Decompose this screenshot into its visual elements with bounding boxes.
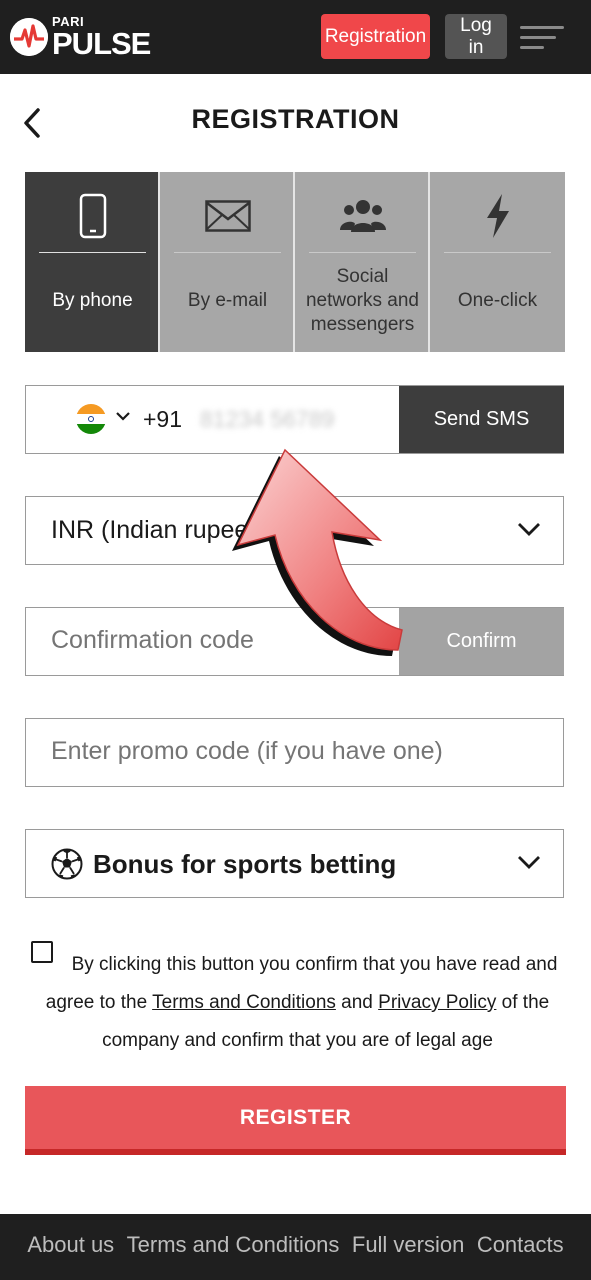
lightning-icon xyxy=(430,192,565,240)
footer-link-full-version[interactable]: Full version xyxy=(352,1232,464,1257)
tab-by-phone[interactable]: By phone xyxy=(25,172,160,352)
agreement-text: By clicking this button you confirm that… xyxy=(25,946,570,1060)
chevron-down-icon xyxy=(518,856,540,869)
send-sms-button[interactable]: Send SMS xyxy=(399,386,564,453)
privacy-policy-link[interactable]: Privacy Policy xyxy=(378,992,496,1013)
india-flag-icon[interactable] xyxy=(76,404,106,434)
tab-by-email[interactable]: By e-mail xyxy=(160,172,295,352)
confirmation-code-field: Confirm xyxy=(25,607,564,676)
terms-link[interactable]: Terms and Conditions xyxy=(152,992,336,1013)
paripulse-logo[interactable]: PARI PULSE xyxy=(10,14,151,61)
bonus-value: Bonus for sports betting xyxy=(93,849,397,879)
top-header: PARI PULSE Registration Log in xyxy=(0,0,591,74)
tab-label: One-click xyxy=(457,290,538,311)
chevron-down-icon[interactable] xyxy=(115,410,131,422)
phone-number-value[interactable]: 81234 56789 xyxy=(200,406,334,433)
header-registration-button[interactable]: Registration xyxy=(321,14,430,59)
logo-big-text: PULSE xyxy=(52,26,151,61)
envelope-icon xyxy=(160,192,295,240)
footer-link-contacts[interactable]: Contacts xyxy=(477,1232,564,1257)
currency-value: INR (Indian rupee) xyxy=(51,516,257,544)
agreement-text-part: and xyxy=(335,992,379,1013)
footer-links: About us Terms and Conditions Full versi… xyxy=(0,1232,591,1258)
tab-label: By e-mail xyxy=(187,290,268,311)
footer: About us Terms and Conditions Full versi… xyxy=(0,1214,591,1280)
footer-link-about-us[interactable]: About us xyxy=(27,1232,114,1257)
tab-label: Social networks and messengers xyxy=(305,266,419,335)
users-icon xyxy=(295,192,430,240)
logo-pulse-icon xyxy=(10,18,48,56)
bonus-select[interactable]: Bonus for sports betting xyxy=(25,829,564,898)
tab-social-networks[interactable]: Social networks and messengers xyxy=(295,172,430,352)
promo-code-input[interactable] xyxy=(51,737,531,766)
footer-link-terms[interactable]: Terms and Conditions xyxy=(127,1232,340,1257)
hamburger-menu-icon[interactable] xyxy=(520,26,566,50)
currency-select[interactable]: INR (Indian rupee) xyxy=(25,496,564,565)
confirm-button[interactable]: Confirm xyxy=(399,608,564,675)
logo-text: PARI PULSE xyxy=(52,15,151,61)
promo-code-field xyxy=(25,718,564,787)
chevron-down-icon xyxy=(518,523,540,536)
dial-code: +91 xyxy=(143,406,183,432)
registration-method-tabs: By phone By e-mail Social networks and m… xyxy=(25,172,565,352)
header-login-button[interactable]: Log in xyxy=(445,14,507,59)
soccer-ball-icon xyxy=(51,848,83,880)
register-button[interactable]: REGISTER xyxy=(25,1086,566,1155)
tab-label: By phone xyxy=(52,290,133,311)
tab-one-click[interactable]: One-click xyxy=(430,172,565,352)
page-title: REGISTRATION xyxy=(191,104,400,134)
confirmation-code-input[interactable] xyxy=(51,626,381,655)
phone-number-field[interactable]: +91 81234 56789 Send SMS xyxy=(25,385,564,454)
phone-icon xyxy=(25,192,160,240)
